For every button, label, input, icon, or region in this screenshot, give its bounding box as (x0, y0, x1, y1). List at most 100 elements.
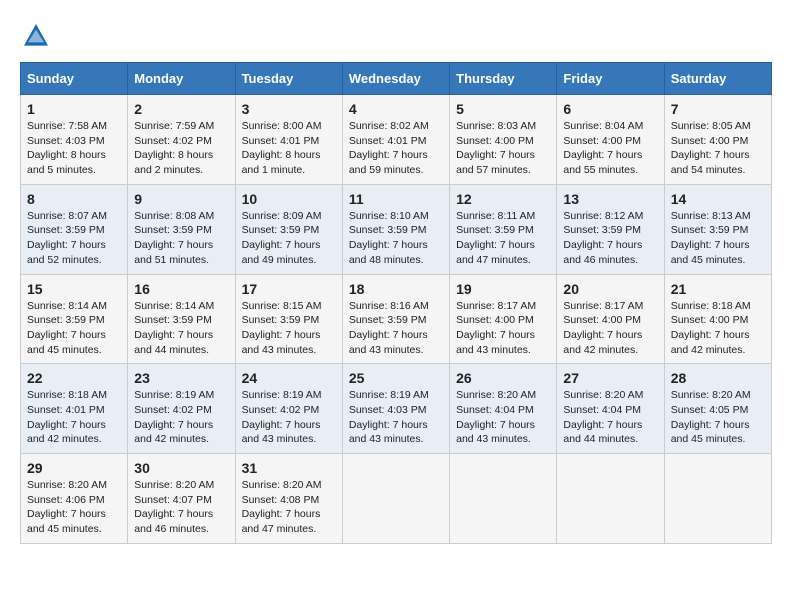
calendar-cell: 14 Sunrise: 8:13 AMSunset: 3:59 PMDayligh… (664, 184, 771, 274)
day-number: 17 (242, 281, 336, 297)
day-number: 31 (242, 460, 336, 476)
day-info: Sunrise: 8:14 AMSunset: 3:59 PMDaylight:… (27, 299, 121, 358)
day-number: 22 (27, 370, 121, 386)
calendar-cell: 15 Sunrise: 8:14 AMSunset: 3:59 PMDayligh… (21, 274, 128, 364)
day-info: Sunrise: 8:11 AMSunset: 3:59 PMDaylight:… (456, 209, 550, 268)
calendar-cell (664, 454, 771, 544)
header-friday: Friday (557, 63, 664, 95)
calendar-cell (557, 454, 664, 544)
day-info: Sunrise: 8:03 AMSunset: 4:00 PMDaylight:… (456, 119, 550, 178)
day-info: Sunrise: 8:20 AMSunset: 4:07 PMDaylight:… (134, 478, 228, 537)
calendar-cell: 20 Sunrise: 8:17 AMSunset: 4:00 PMDayligh… (557, 274, 664, 364)
calendar-cell (342, 454, 449, 544)
day-number: 14 (671, 191, 765, 207)
day-info: Sunrise: 8:17 AMSunset: 4:00 PMDaylight:… (563, 299, 657, 358)
day-info: Sunrise: 8:17 AMSunset: 4:00 PMDaylight:… (456, 299, 550, 358)
calendar-table: SundayMondayTuesdayWednesdayThursdayFrid… (20, 62, 772, 544)
calendar-week-row: 1Sunrise: 7:58 AMSunset: 4:03 PMDaylight… (21, 95, 772, 185)
calendar-cell: 16Sunrise: 8:14 AMSunset: 3:59 PMDayligh… (128, 274, 235, 364)
calendar-cell: 5 Sunrise: 8:03 AMSunset: 4:00 PMDaylight… (450, 95, 557, 185)
calendar-cell: 6 Sunrise: 8:04 AMSunset: 4:00 PMDaylight… (557, 95, 664, 185)
header-saturday: Saturday (664, 63, 771, 95)
calendar-cell: 19 Sunrise: 8:17 AMSunset: 4:00 PMDayligh… (450, 274, 557, 364)
calendar-cell: 27 Sunrise: 8:20 AMSunset: 4:04 PMDayligh… (557, 364, 664, 454)
calendar-cell: 30Sunrise: 8:20 AMSunset: 4:07 PMDayligh… (128, 454, 235, 544)
calendar-cell: 11 Sunrise: 8:10 AMSunset: 3:59 PMDayligh… (342, 184, 449, 274)
day-info: Sunrise: 8:05 AMSunset: 4:00 PMDaylight:… (671, 119, 765, 178)
calendar-cell: 22 Sunrise: 8:18 AMSunset: 4:01 PMDayligh… (21, 364, 128, 454)
header-wednesday: Wednesday (342, 63, 449, 95)
day-number: 4 (349, 101, 443, 117)
day-number: 3 (242, 101, 336, 117)
day-info: Sunrise: 8:10 AMSunset: 3:59 PMDaylight:… (349, 209, 443, 268)
calendar-cell: 7 Sunrise: 8:05 AMSunset: 4:00 PMDaylight… (664, 95, 771, 185)
day-info: Sunrise: 8:13 AMSunset: 3:59 PMDaylight:… (671, 209, 765, 268)
day-info: Sunrise: 8:15 AMSunset: 3:59 PMDaylight:… (242, 299, 336, 358)
day-info: Sunrise: 8:20 AMSunset: 4:05 PMDaylight:… (671, 388, 765, 447)
calendar-cell: 26 Sunrise: 8:20 AMSunset: 4:04 PMDayligh… (450, 364, 557, 454)
day-info: Sunrise: 8:19 AMSunset: 4:02 PMDaylight:… (242, 388, 336, 447)
calendar-week-row: 15 Sunrise: 8:14 AMSunset: 3:59 PMDayligh… (21, 274, 772, 364)
day-info: Sunrise: 8:02 AMSunset: 4:01 PMDaylight:… (349, 119, 443, 178)
day-info: Sunrise: 8:12 AMSunset: 3:59 PMDaylight:… (563, 209, 657, 268)
day-number: 28 (671, 370, 765, 386)
header-sunday: Sunday (21, 63, 128, 95)
day-number: 7 (671, 101, 765, 117)
day-info: Sunrise: 8:18 AMSunset: 4:01 PMDaylight:… (27, 388, 121, 447)
calendar-cell: 23 Sunrise: 8:19 AMSunset: 4:02 PMDayligh… (128, 364, 235, 454)
day-number: 5 (456, 101, 550, 117)
calendar-cell: 29 Sunrise: 8:20 AMSunset: 4:06 PMDayligh… (21, 454, 128, 544)
day-number: 8 (27, 191, 121, 207)
day-number: 29 (27, 460, 121, 476)
calendar-cell (450, 454, 557, 544)
logo (20, 20, 56, 52)
day-number: 20 (563, 281, 657, 297)
calendar-cell: 24 Sunrise: 8:19 AMSunset: 4:02 PMDayligh… (235, 364, 342, 454)
day-info: Sunrise: 8:20 AMSunset: 4:04 PMDaylight:… (456, 388, 550, 447)
day-info: Sunrise: 8:20 AMSunset: 4:04 PMDaylight:… (563, 388, 657, 447)
calendar-cell: 12Sunrise: 8:11 AMSunset: 3:59 PMDayligh… (450, 184, 557, 274)
day-number: 15 (27, 281, 121, 297)
day-info: Sunrise: 7:59 AMSunset: 4:02 PMDaylight:… (134, 119, 228, 178)
day-number: 1 (27, 101, 121, 117)
calendar-header-row: SundayMondayTuesdayWednesdayThursdayFrid… (21, 63, 772, 95)
day-number: 23 (134, 370, 228, 386)
calendar-cell: 2 Sunrise: 7:59 AMSunset: 4:02 PMDaylight… (128, 95, 235, 185)
day-number: 10 (242, 191, 336, 207)
day-number: 19 (456, 281, 550, 297)
calendar-cell: 1Sunrise: 7:58 AMSunset: 4:03 PMDaylight… (21, 95, 128, 185)
day-info: Sunrise: 8:20 AMSunset: 4:06 PMDaylight:… (27, 478, 121, 537)
day-number: 6 (563, 101, 657, 117)
day-number: 13 (563, 191, 657, 207)
calendar-cell: 3 Sunrise: 8:00 AMSunset: 4:01 PMDaylight… (235, 95, 342, 185)
day-info: Sunrise: 8:08 AMSunset: 3:59 PMDaylight:… (134, 209, 228, 268)
calendar-week-row: 22 Sunrise: 8:18 AMSunset: 4:01 PMDayligh… (21, 364, 772, 454)
day-number: 21 (671, 281, 765, 297)
header-tuesday: Tuesday (235, 63, 342, 95)
day-info: Sunrise: 8:04 AMSunset: 4:00 PMDaylight:… (563, 119, 657, 178)
day-info: Sunrise: 8:07 AMSunset: 3:59 PMDaylight:… (27, 209, 121, 268)
page-header (20, 20, 772, 52)
calendar-cell: 8 Sunrise: 8:07 AMSunset: 3:59 PMDaylight… (21, 184, 128, 274)
day-info: Sunrise: 8:18 AMSunset: 4:00 PMDaylight:… (671, 299, 765, 358)
calendar-cell: 17 Sunrise: 8:15 AMSunset: 3:59 PMDayligh… (235, 274, 342, 364)
day-number: 26 (456, 370, 550, 386)
calendar-cell: 13 Sunrise: 8:12 AMSunset: 3:59 PMDayligh… (557, 184, 664, 274)
day-info: Sunrise: 8:19 AMSunset: 4:02 PMDaylight:… (134, 388, 228, 447)
day-info: Sunrise: 8:16 AMSunset: 3:59 PMDaylight:… (349, 299, 443, 358)
header-monday: Monday (128, 63, 235, 95)
logo-icon (20, 20, 52, 52)
day-number: 11 (349, 191, 443, 207)
day-number: 24 (242, 370, 336, 386)
calendar-cell: 28 Sunrise: 8:20 AMSunset: 4:05 PMDayligh… (664, 364, 771, 454)
day-info: Sunrise: 8:19 AMSunset: 4:03 PMDaylight:… (349, 388, 443, 447)
day-number: 16 (134, 281, 228, 297)
day-info: Sunrise: 8:00 AMSunset: 4:01 PMDaylight:… (242, 119, 336, 178)
day-number: 2 (134, 101, 228, 117)
day-number: 27 (563, 370, 657, 386)
calendar-cell: 31Sunrise: 8:20 AMSunset: 4:08 PMDayligh… (235, 454, 342, 544)
calendar-cell: 25 Sunrise: 8:19 AMSunset: 4:03 PMDayligh… (342, 364, 449, 454)
day-number: 18 (349, 281, 443, 297)
calendar-cell: 21 Sunrise: 8:18 AMSunset: 4:00 PMDayligh… (664, 274, 771, 364)
day-number: 25 (349, 370, 443, 386)
